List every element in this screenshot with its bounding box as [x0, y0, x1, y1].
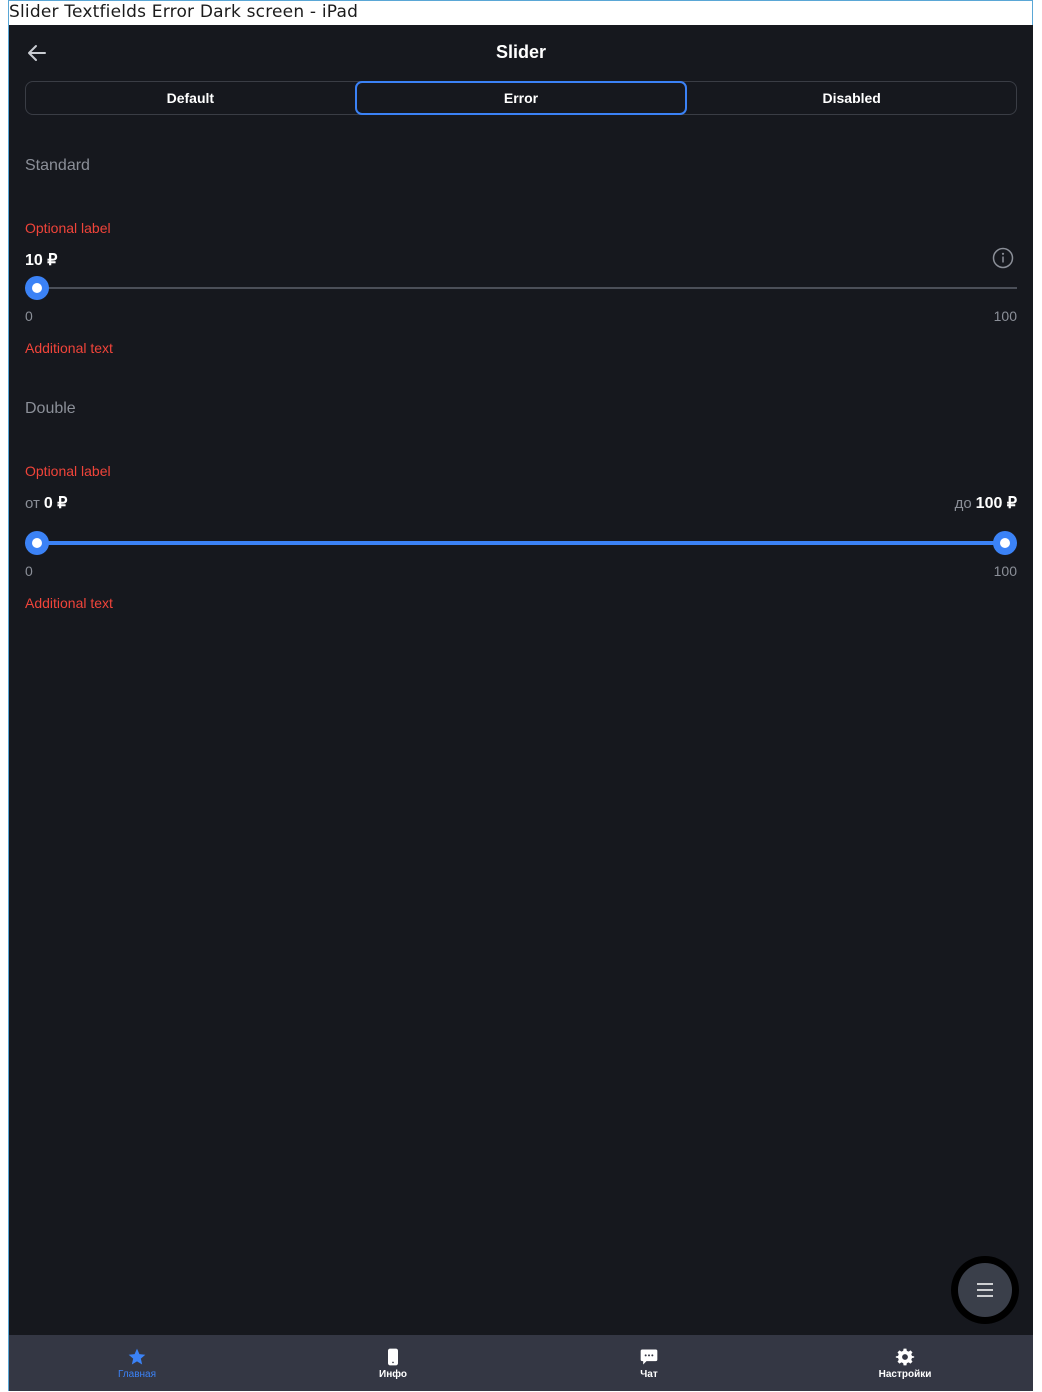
- nav-item-home[interactable]: Главная: [9, 1335, 265, 1391]
- double-to-value: до 100 ₽: [955, 493, 1017, 513]
- page-title: Slider: [495, 42, 547, 62]
- double-max-label: 100: [993, 563, 1017, 579]
- standard-optional-label: Optional label: [25, 220, 111, 236]
- chat-icon: [640, 1349, 658, 1364]
- menu-icon: [977, 1283, 993, 1297]
- standard-section-title: Standard: [25, 157, 90, 174]
- nav-label-settings: Настройки: [878, 1368, 932, 1380]
- standard-max-label: 100: [993, 308, 1017, 324]
- menu-fab-button[interactable]: [951, 1256, 1019, 1324]
- standard-min-label: 0: [25, 308, 33, 324]
- to-prefix: до: [954, 495, 972, 512]
- from-prefix: от: [25, 495, 40, 512]
- double-additional-text: Additional text: [25, 595, 113, 611]
- nav-item-chat[interactable]: Чат: [521, 1335, 777, 1391]
- phone-icon: [388, 1348, 398, 1365]
- standard-slider-track[interactable]: [25, 287, 1017, 289]
- app-screen: Slider Default Error Disabled Standard O…: [9, 25, 1033, 1391]
- double-slider-range-fill: [37, 541, 1005, 545]
- nav-item-settings[interactable]: Настройки: [777, 1335, 1033, 1391]
- tab-disabled[interactable]: Disabled: [687, 82, 1016, 114]
- menu-fab-inner: [958, 1263, 1012, 1317]
- nav-label-chat: Чат: [640, 1368, 658, 1380]
- double-min-label: 0: [25, 563, 33, 579]
- to-amount: 100 ₽: [975, 495, 1017, 512]
- double-optional-label: Optional label: [25, 463, 111, 479]
- info-icon[interactable]: [992, 247, 1014, 269]
- segmented-control: Default Error Disabled: [25, 81, 1017, 115]
- nav-label-home: Главная: [117, 1368, 157, 1380]
- gear-icon: [895, 1348, 915, 1365]
- standard-additional-text: Additional text: [25, 340, 113, 356]
- standard-slider-thumb[interactable]: [25, 276, 49, 300]
- bottom-navigation: Главная Инфо Чат Настройки: [9, 1335, 1033, 1391]
- double-slider-thumb-high[interactable]: [993, 531, 1017, 555]
- double-slider-thumb-low[interactable]: [25, 531, 49, 555]
- double-section-title: Double: [25, 400, 76, 417]
- nav-label-info: Инфо: [379, 1368, 407, 1380]
- from-amount: 0 ₽: [43, 495, 68, 512]
- nav-item-info[interactable]: Инфо: [265, 1335, 521, 1391]
- tab-default[interactable]: Default: [26, 82, 355, 114]
- standard-value: 10 ₽: [25, 252, 58, 269]
- tab-error[interactable]: Error: [354, 81, 688, 115]
- star-icon: [128, 1348, 146, 1364]
- double-from-value: от 0 ₽: [25, 493, 67, 513]
